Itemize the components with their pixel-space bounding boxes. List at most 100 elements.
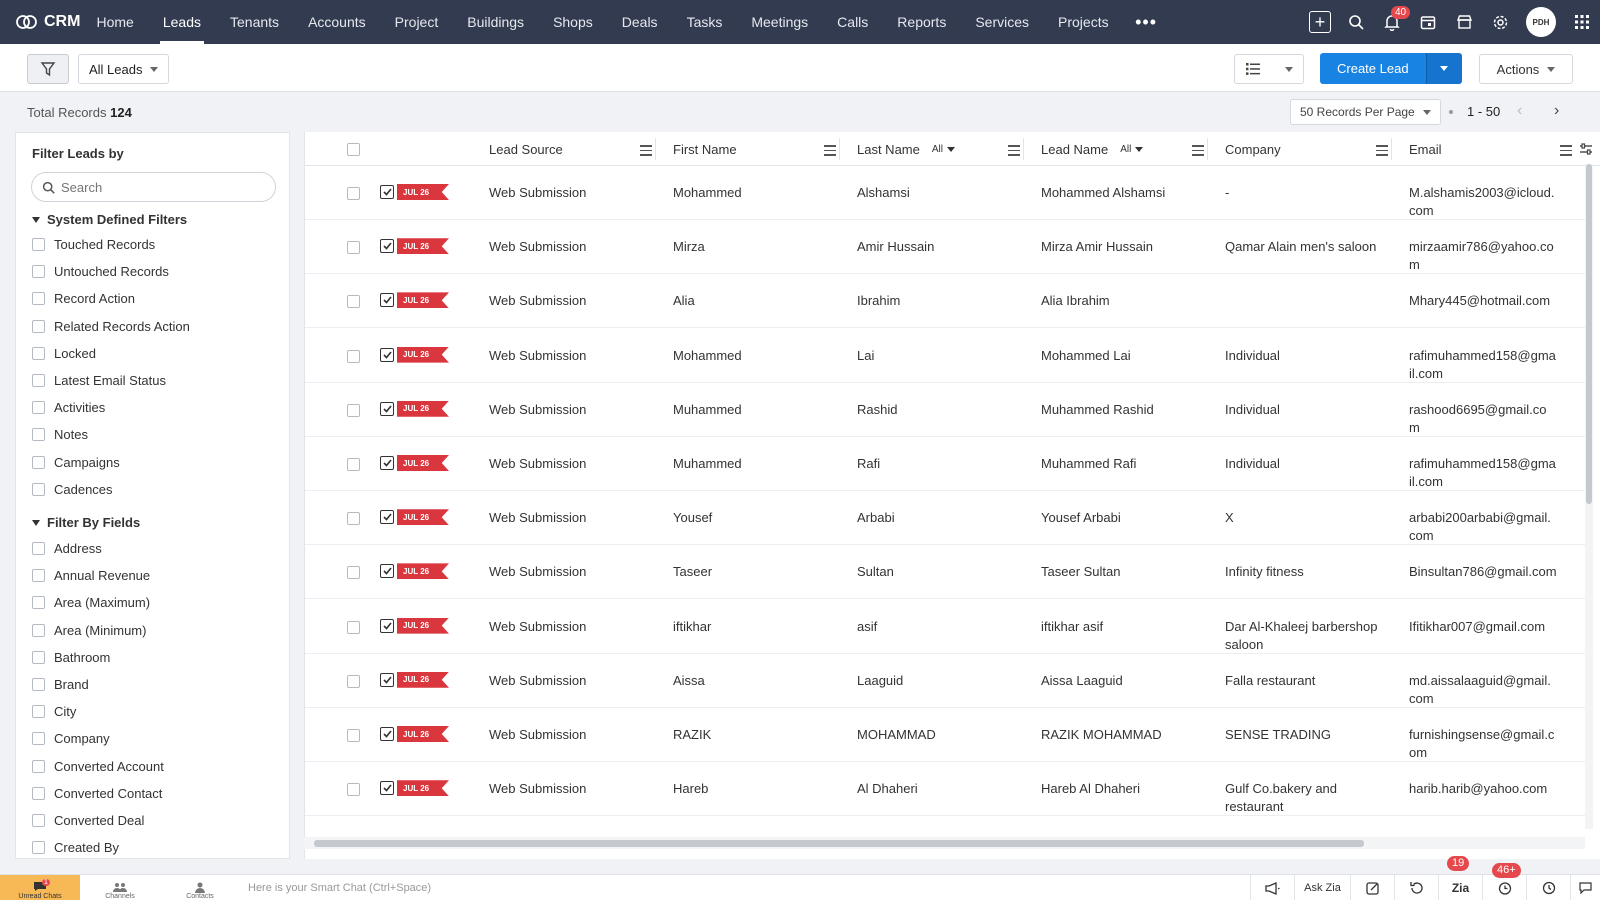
- filter-option-created-by[interactable]: Created By: [32, 840, 119, 855]
- unread-chats-tab[interactable]: 1 Unread Chats: [0, 875, 80, 900]
- filter-checkbox[interactable]: [32, 650, 45, 664]
- calendar-button[interactable]: [1410, 0, 1446, 44]
- filter-checkbox[interactable]: [32, 428, 45, 442]
- channels-tab[interactable]: Channels: [80, 875, 160, 900]
- cell-email[interactable]: Mhary445@hotmail.com: [1409, 292, 1557, 310]
- cell-lead-name[interactable]: Yousef Arbabi: [1041, 509, 1121, 527]
- filter-option-city[interactable]: City: [32, 704, 76, 719]
- nav-item-meetings[interactable]: Meetings: [737, 0, 823, 44]
- column-menu-icon[interactable]: [640, 145, 652, 159]
- filter-checkbox[interactable]: [32, 482, 45, 496]
- task-check-icon[interactable]: [380, 401, 394, 416]
- contacts-tab[interactable]: Contacts: [160, 875, 240, 900]
- filter-checkbox[interactable]: [32, 542, 45, 555]
- filter-option-converted-contact[interactable]: Converted Contact: [32, 786, 162, 801]
- filter-option-campaigns[interactable]: Campaigns: [32, 455, 120, 470]
- vertical-scrollbar[interactable]: [1585, 164, 1593, 829]
- filter-checkbox[interactable]: [32, 455, 45, 469]
- nav-item-buildings[interactable]: Buildings: [453, 0, 539, 44]
- row-select-checkbox[interactable]: [347, 295, 360, 309]
- nav-item-deals[interactable]: Deals: [607, 0, 672, 44]
- column-settings-button[interactable]: [1579, 142, 1593, 159]
- create-lead-button[interactable]: Create Lead: [1320, 53, 1426, 84]
- table-row[interactable]: JUL 26 Web Submission Alia Ibrahim Alia Ibra…: [305, 274, 1591, 329]
- search-button[interactable]: [1338, 0, 1374, 44]
- filter-option-record-action[interactable]: Record Action: [32, 291, 135, 306]
- nav-item-tenants[interactable]: Tenants: [216, 0, 294, 44]
- apps-menu-button[interactable]: [1564, 0, 1600, 44]
- cell-lead-name[interactable]: Mohammed Lai: [1041, 347, 1131, 365]
- cell-lead-name[interactable]: Hareb Al Dhaheri: [1041, 780, 1140, 798]
- row-select-checkbox[interactable]: [347, 783, 360, 797]
- table-row[interactable]: JUL 26 Web Submission Hareb Al Dhaheri Hareb…: [305, 762, 1591, 817]
- column-header-lead-name[interactable]: Lead Name All: [1041, 132, 1144, 166]
- nav-item-leads[interactable]: Leads: [148, 0, 215, 44]
- filter-option-locked[interactable]: Locked: [32, 346, 96, 361]
- filter-option-area-maximum-[interactable]: Area (Maximum): [32, 595, 150, 610]
- row-select-checkbox[interactable]: [347, 566, 360, 580]
- cell-email[interactable]: arbabi200arbabi@gmail.com: [1409, 509, 1557, 545]
- cell-email[interactable]: furnishingsense@gmail.com: [1409, 726, 1557, 762]
- filter-option-area-minimum-[interactable]: Area (Minimum): [32, 623, 146, 638]
- column-menu-icon[interactable]: [1192, 145, 1204, 159]
- history-button[interactable]: [1526, 875, 1570, 900]
- reminders-button[interactable]: [1482, 875, 1526, 900]
- table-row[interactable]: JUL 26 Web Submission Muhammed Rafi Muhammed…: [305, 437, 1591, 491]
- table-row[interactable]: JUL 26 Web Submission Aissa Laaguid Aissa La…: [305, 654, 1591, 708]
- table-row[interactable]: JUL 26 Web Submission RAZIK MOHAMMAD RAZIK M…: [305, 708, 1591, 762]
- task-check-icon[interactable]: [380, 510, 394, 525]
- announcements-button[interactable]: [1250, 875, 1294, 900]
- select-all-checkbox[interactable]: [347, 132, 369, 166]
- table-row[interactable]: JUL 26 Web Submission Yousef Arbabi Yousef A…: [305, 491, 1591, 546]
- column-menu-icon[interactable]: [824, 145, 836, 159]
- previous-page-button[interactable]: ‹: [1517, 102, 1522, 120]
- row-select-checkbox[interactable]: [347, 458, 360, 471]
- filter-checkbox[interactable]: [32, 346, 45, 360]
- horizontal-scrollbar-thumb[interactable]: [314, 840, 1364, 847]
- crm-logo[interactable]: CRM: [0, 0, 82, 44]
- task-check-icon[interactable]: [380, 564, 394, 579]
- cell-email[interactable]: harib.harib@yahoo.com: [1409, 780, 1557, 798]
- recent-items-button[interactable]: [1394, 875, 1438, 900]
- row-select-checkbox[interactable]: [347, 729, 360, 742]
- filter-checkbox[interactable]: [32, 238, 45, 251]
- row-select-checkbox[interactable]: [347, 241, 360, 255]
- list-view-toggle[interactable]: [1234, 54, 1304, 84]
- toggle-filter-button[interactable]: [27, 54, 69, 84]
- row-select-checkbox[interactable]: [347, 349, 360, 363]
- nav-item-tasks[interactable]: Tasks: [672, 0, 737, 44]
- filter-option-cadences[interactable]: Cadences: [32, 482, 113, 497]
- task-check-icon[interactable]: [380, 456, 394, 470]
- cell-lead-name[interactable]: Muhammed Rashid: [1041, 401, 1154, 419]
- filter-checkbox[interactable]: [32, 814, 45, 827]
- table-row[interactable]: JUL 26 Web Submission Mohammed Lai Mohammed …: [305, 329, 1591, 383]
- column-header-first-name[interactable]: First Name: [673, 132, 737, 166]
- field-filters-toggle[interactable]: Filter By Fields: [32, 515, 140, 530]
- horizontal-scrollbar[interactable]: [304, 837, 1585, 849]
- filter-option-notes[interactable]: Notes: [32, 427, 88, 442]
- column-header-last-name[interactable]: Last Name All: [857, 132, 955, 166]
- filter-option-untouched-records[interactable]: Untouched Records: [32, 264, 169, 279]
- column-header-company[interactable]: Company: [1225, 132, 1281, 166]
- table-row[interactable]: JUL 26 Web Submission Mirza Amir Hussain Mir…: [305, 220, 1591, 275]
- nav-item-project[interactable]: Project: [380, 0, 453, 44]
- filter-option-annual-revenue[interactable]: Annual Revenue: [32, 568, 150, 583]
- table-row[interactable]: JUL 26 Web Submission iftikhar asif iftikhar…: [305, 600, 1591, 654]
- column-resize-handle[interactable]: [839, 138, 840, 160]
- filter-checkbox[interactable]: [32, 292, 45, 306]
- table-row[interactable]: JUL 26 Web Submission Muhammed Rashid Muhamm…: [305, 383, 1591, 437]
- filter-checkbox[interactable]: [32, 678, 45, 691]
- table-row[interactable]: JUL 26 Web Submission Taseer Sultan Taseer S…: [305, 545, 1591, 600]
- task-check-icon[interactable]: [380, 781, 394, 796]
- cell-email[interactable]: rafimuhammed158@gmail.com: [1409, 455, 1557, 491]
- column-menu-icon[interactable]: [1560, 145, 1572, 159]
- column-resize-handle[interactable]: [1391, 138, 1392, 160]
- last-name-all-filter[interactable]: All: [932, 144, 955, 155]
- cell-lead-name[interactable]: iftikhar asif: [1041, 618, 1103, 636]
- column-header-email[interactable]: Email: [1409, 132, 1442, 166]
- column-resize-handle[interactable]: [1023, 138, 1024, 160]
- cell-email[interactable]: rafimuhammed158@gmail.com: [1409, 347, 1557, 383]
- filter-option-related-records-action[interactable]: Related Records Action: [32, 319, 190, 334]
- notes-button[interactable]: [1350, 875, 1394, 900]
- feedback-button[interactable]: [1570, 875, 1600, 900]
